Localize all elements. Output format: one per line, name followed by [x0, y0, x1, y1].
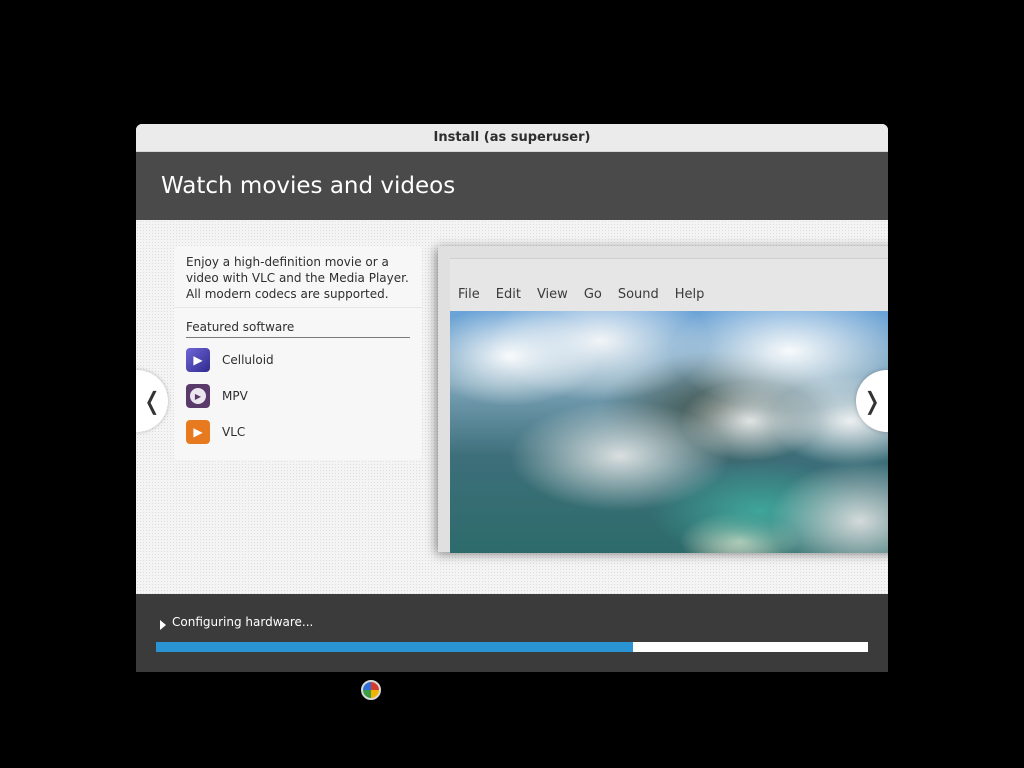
- vlc-icon: ▶: [186, 420, 210, 444]
- previous-slide-button[interactable]: ❬: [136, 370, 168, 432]
- list-item: ▶ Celluloid: [186, 342, 410, 378]
- software-name: Celluloid: [222, 353, 274, 367]
- chevron-left-icon: ❬: [141, 387, 163, 415]
- progress-bar: [156, 642, 868, 652]
- status-text: Configuring hardware...: [172, 615, 314, 629]
- list-item: ▶ VLC: [186, 414, 410, 450]
- featured-software-heading: Featured software: [186, 320, 410, 338]
- slideshow-area: Enjoy a high-definition movie or a video…: [136, 220, 888, 594]
- software-name: MPV: [222, 389, 248, 403]
- media-player-screenshot: File Edit View Go Sound Help: [438, 246, 888, 553]
- celluloid-icon: ▶: [186, 348, 210, 372]
- slide-title: Watch movies and videos: [161, 173, 456, 199]
- chevron-right-icon: ❭: [861, 387, 883, 415]
- player-menubar: File Edit View Go Sound Help: [450, 259, 888, 311]
- software-name: VLC: [222, 425, 246, 439]
- status-line: Configuring hardware...: [160, 615, 314, 630]
- progress-bar-fill: [156, 642, 634, 652]
- busy-spinner-icon: [361, 680, 381, 700]
- player-window-preview: File Edit View Go Sound Help: [450, 258, 888, 553]
- window-titlebar[interactable]: Install (as superuser): [136, 124, 888, 152]
- slide-description: Enjoy a high-definition movie or a video…: [174, 246, 422, 308]
- menu-help: Help: [674, 287, 705, 302]
- menu-edit: Edit: [495, 287, 521, 302]
- info-panel: Enjoy a high-definition movie or a video…: [174, 246, 422, 460]
- window-title: Install (as superuser): [433, 130, 591, 145]
- menu-go: Go: [583, 287, 602, 302]
- menu-file: File: [458, 287, 480, 302]
- featured-software-list: ▶ Celluloid ▶ MPV ▶ VLC: [174, 338, 422, 450]
- installer-window: Install (as superuser) Watch movies and …: [136, 124, 888, 672]
- slide-banner: Watch movies and videos: [136, 152, 888, 220]
- list-item: ▶ MPV: [186, 378, 410, 414]
- video-frame-image: [450, 311, 888, 553]
- menu-sound: Sound: [617, 287, 659, 302]
- install-status-area: Configuring hardware...: [136, 594, 888, 672]
- mpv-icon: ▶: [186, 384, 210, 408]
- menu-view: View: [536, 287, 568, 302]
- expander-arrow-icon[interactable]: [160, 620, 166, 630]
